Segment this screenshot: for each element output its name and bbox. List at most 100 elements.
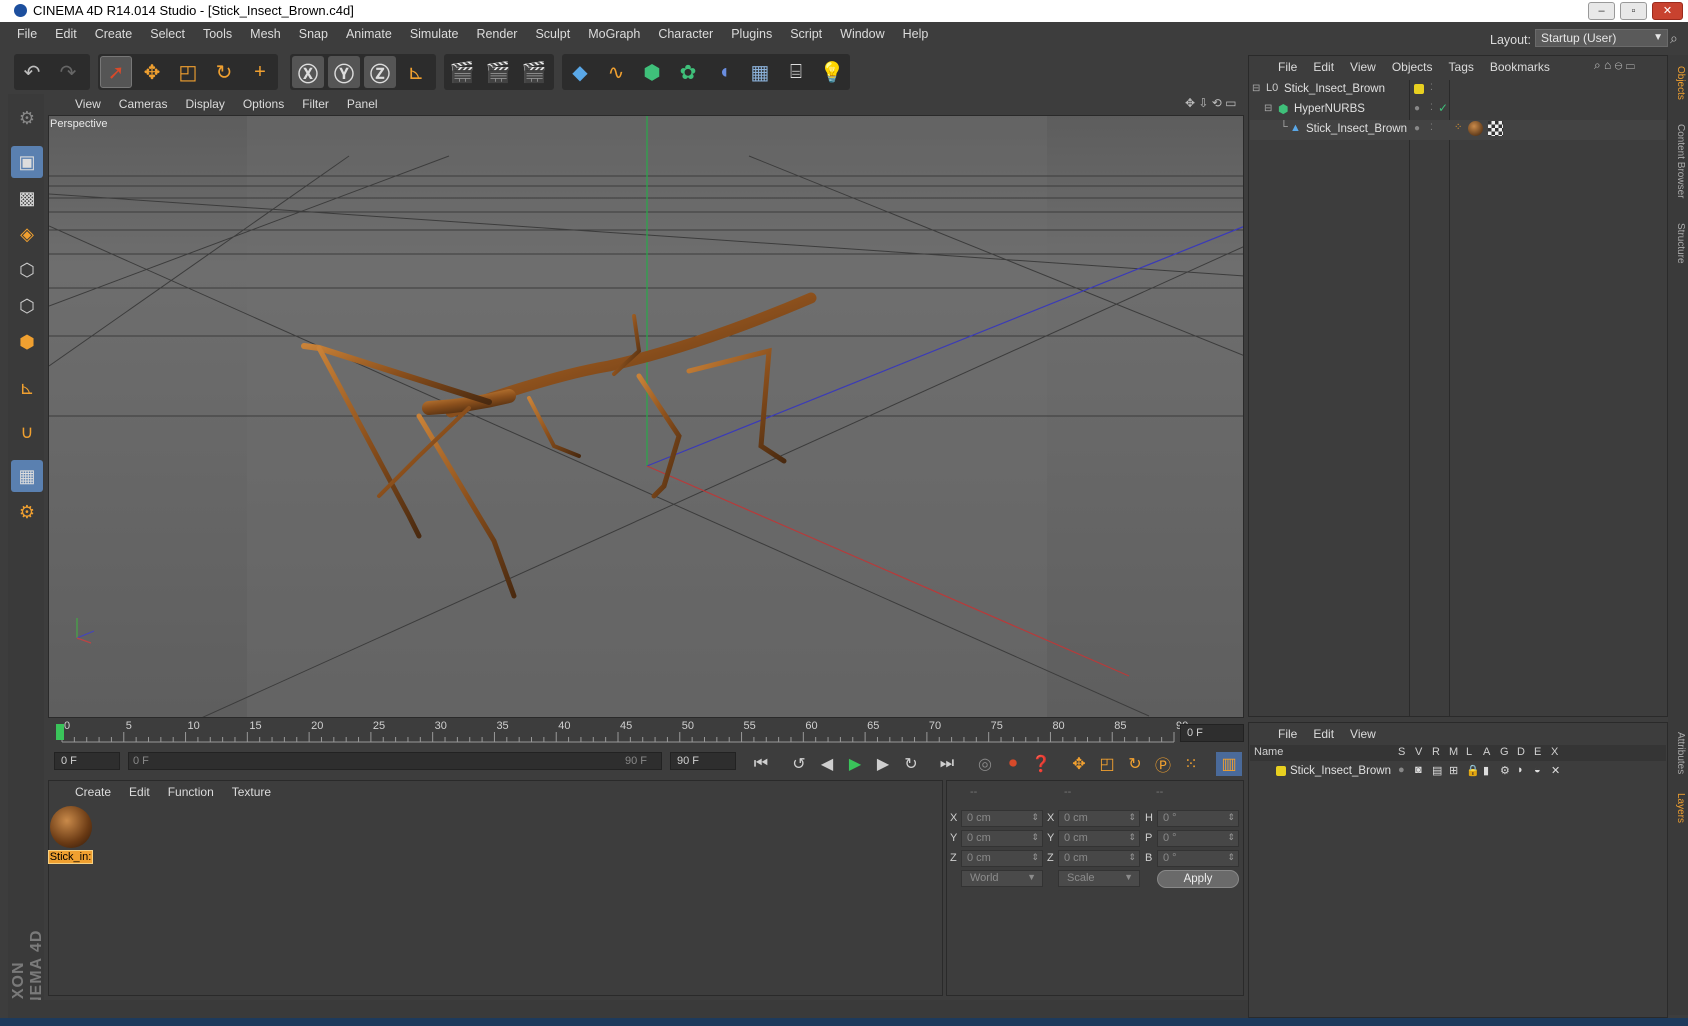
viewport-menu-panel[interactable]: Panel	[338, 97, 387, 111]
menu-window[interactable]: Window	[831, 27, 893, 41]
magnet-icon[interactable]: ∪	[11, 416, 43, 448]
menu-mograph[interactable]: MoGraph	[579, 27, 649, 41]
select-tool-icon[interactable]: ➚	[100, 56, 132, 88]
model-mode-icon[interactable]: ▣	[11, 146, 43, 178]
spline-icon[interactable]: ∿	[600, 56, 632, 88]
layer-col-expressions[interactable]: E	[1534, 746, 1541, 758]
layer-col-manager[interactable]: M	[1449, 746, 1458, 758]
expand-icon[interactable]: ⊟	[1252, 83, 1260, 94]
menu-simulate[interactable]: Simulate	[401, 27, 468, 41]
view-toggle-icon[interactable]: ◙	[1415, 764, 1422, 776]
material-menu-create[interactable]: Create	[66, 785, 120, 799]
menu-script[interactable]: Script	[781, 27, 831, 41]
material-thumbnail[interactable]	[50, 806, 92, 848]
array-icon[interactable]: ✿	[672, 56, 704, 88]
deformer-icon[interactable]: ◖	[708, 56, 740, 88]
layer-row[interactable]: Stick_Insect_Brown ● ◙ ▤ ⊞ 🔒 ▮ ⚙ ◗ ◒ ✕	[1250, 762, 1666, 782]
object-menu-edit[interactable]: Edit	[1305, 60, 1342, 74]
material-name[interactable]: Stick_in:	[48, 850, 93, 864]
object-manager-nav-icons[interactable]: ⌕ ⌂ ⊖ ▭	[1594, 58, 1635, 73]
layer-col-render[interactable]: R	[1432, 746, 1440, 758]
timeline-ruler[interactable]: 051015202530354045505560657075808590 0 F	[48, 720, 1244, 746]
visibility-dots-icon[interactable]: ⁚	[1430, 82, 1433, 93]
xref-toggle-icon[interactable]: ✕	[1551, 764, 1560, 777]
render-toggle-icon[interactable]: ▤	[1432, 764, 1442, 777]
search-icon[interactable]: ⌕	[1670, 30, 1678, 47]
next-key-icon[interactable]: ↻	[898, 752, 924, 776]
layer-col-animation[interactable]: A	[1483, 746, 1490, 758]
go-to-end-icon[interactable]: ⏭	[934, 752, 960, 776]
start-frame-field[interactable]: 0 F	[54, 752, 120, 770]
points-mode-icon[interactable]: ⬡	[11, 254, 43, 286]
viewport-menu-options[interactable]: Options	[234, 97, 293, 111]
object-menu-file[interactable]: File	[1270, 60, 1305, 74]
pos-z-field[interactable]: 0 cm ⇕	[961, 850, 1043, 867]
material-menu-edit[interactable]: Edit	[120, 785, 159, 799]
pos-x-field[interactable]: 0 cm ⇕	[961, 810, 1043, 827]
pos-y-field[interactable]: 0 cm ⇕	[961, 830, 1043, 847]
layout-select[interactable]: Startup (User) ▼	[1535, 29, 1668, 47]
next-frame-icon[interactable]: ▶	[870, 752, 896, 776]
solo-toggle-icon[interactable]: ●	[1398, 764, 1405, 776]
autokey-icon[interactable]: ◎	[972, 752, 998, 776]
object-row-mesh[interactable]: └ ▲ Stick_Insect_Brown ● ⁚ ⁘	[1250, 120, 1666, 140]
scale-tool-icon[interactable]: ◰	[172, 56, 204, 88]
menu-character[interactable]: Character	[649, 27, 722, 41]
menu-mesh[interactable]: Mesh	[241, 27, 290, 41]
tab-layers[interactable]: Layers	[1670, 785, 1686, 831]
previous-frame-icon[interactable]: ◀	[814, 752, 840, 776]
render-settings-icon[interactable]: 🎬	[518, 56, 550, 88]
rot-h-field[interactable]: 0 ° ⇕	[1157, 810, 1239, 827]
menu-file[interactable]: File	[8, 27, 46, 41]
layer-col-locked[interactable]: L	[1466, 746, 1472, 758]
light-icon[interactable]: 💡	[816, 56, 848, 88]
minimize-button[interactable]: –	[1588, 2, 1615, 20]
menu-render[interactable]: Render	[467, 27, 526, 41]
layer-col-generators[interactable]: G	[1500, 746, 1509, 758]
undo-icon[interactable]: ↶	[16, 56, 48, 88]
cube-icon[interactable]: ◆	[564, 56, 596, 88]
animation-toggle-icon[interactable]: ▮	[1483, 764, 1489, 777]
scale-dropdown[interactable]: Scale ▼	[1058, 870, 1140, 887]
material-menu-texture[interactable]: Texture	[223, 785, 280, 799]
menu-select[interactable]: Select	[141, 27, 194, 41]
object-row-null[interactable]: ⊟ L0 Stick_Insect_Brown ⁚	[1250, 80, 1666, 100]
phong-tag-icon[interactable]: ⁘	[1454, 122, 1462, 133]
object-menu-tags[interactable]: Tags	[1441, 60, 1482, 74]
make-editable-icon[interactable]: ⚙	[11, 102, 43, 134]
layer-col-xref[interactable]: X	[1551, 746, 1558, 758]
x-axis-icon[interactable]: Ⓧ	[292, 56, 324, 88]
polygons-mode-icon[interactable]: ⬢	[11, 326, 43, 358]
record-icon[interactable]: ⏺	[1000, 752, 1026, 776]
floor-icon[interactable]: ▦	[744, 56, 776, 88]
object-menu-objects[interactable]: Objects	[1384, 60, 1441, 74]
viewport-menu-view[interactable]: View	[66, 97, 110, 111]
uvw-tag-icon[interactable]	[1488, 121, 1503, 136]
menu-create[interactable]: Create	[86, 27, 142, 41]
viewport-menu-cameras[interactable]: Cameras	[110, 97, 177, 111]
lock-toggle-icon[interactable]: 🔒	[1466, 764, 1480, 777]
material-menu-function[interactable]: Function	[159, 785, 223, 799]
key-scale-icon[interactable]: ◰	[1094, 752, 1120, 776]
previous-key-icon[interactable]: ↺	[786, 752, 812, 776]
expression-toggle-icon[interactable]: ◒	[1534, 764, 1541, 776]
visibility-dots-icon[interactable]: ⁚	[1430, 122, 1433, 133]
maximize-button[interactable]: ▫	[1620, 2, 1647, 20]
key-rotation-icon[interactable]: ↻	[1122, 752, 1148, 776]
render-picture-viewer-icon[interactable]: 🎬	[482, 56, 514, 88]
layer-col-view[interactable]: V	[1415, 746, 1422, 758]
deformer-toggle-icon[interactable]: ◗	[1517, 764, 1524, 776]
layer-color-swatch[interactable]	[1276, 766, 1286, 776]
edges-mode-icon[interactable]: ⬡	[11, 290, 43, 322]
manager-toggle-icon[interactable]: ⊞	[1449, 764, 1458, 777]
size-x-field[interactable]: 0 cm ⇕	[1058, 810, 1140, 827]
viewport-menu-display[interactable]: Display	[176, 97, 233, 111]
material-tag-icon[interactable]	[1468, 121, 1483, 136]
world-dropdown[interactable]: World ▼	[961, 870, 1043, 887]
menu-plugins[interactable]: Plugins	[722, 27, 781, 41]
snap-icon[interactable]: ▦	[11, 460, 43, 492]
close-button[interactable]: ✕	[1652, 2, 1683, 20]
camera-icon[interactable]: ⌸	[780, 56, 812, 88]
redo-icon[interactable]: ↷	[52, 56, 84, 88]
texture-mode-icon[interactable]: ▩	[11, 182, 43, 214]
